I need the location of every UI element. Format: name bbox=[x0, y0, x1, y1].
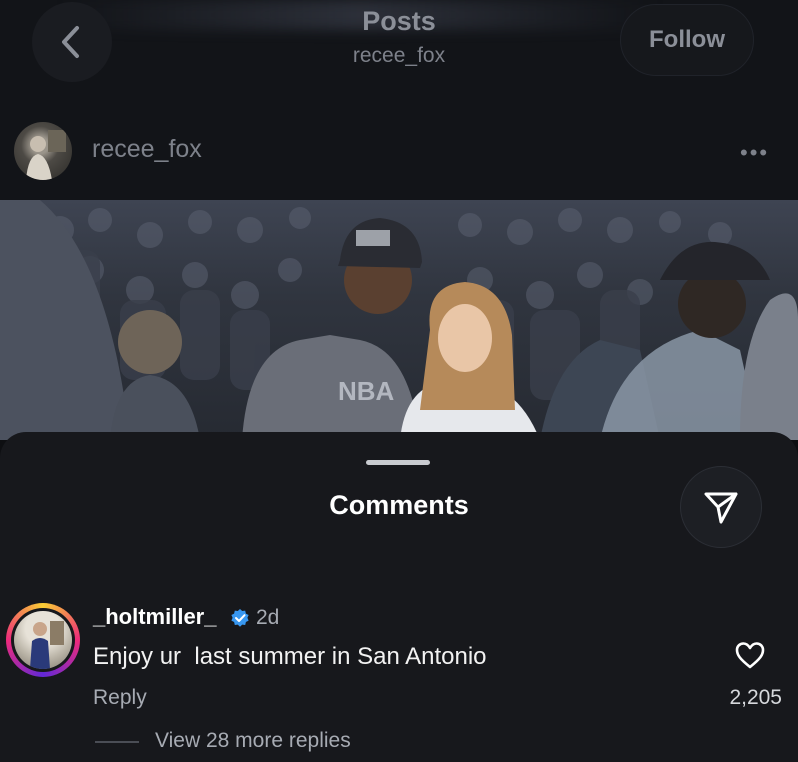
author-username[interactable]: recee_fox bbox=[92, 135, 202, 164]
verified-badge-icon bbox=[231, 609, 249, 627]
send-icon bbox=[704, 492, 738, 524]
more-horizontal-icon[interactable]: ••• bbox=[740, 140, 769, 166]
author-avatar-image bbox=[26, 130, 66, 180]
svg-text:NBA: NBA bbox=[338, 376, 395, 406]
send-button[interactable] bbox=[680, 466, 762, 548]
commenter-avatar-image bbox=[30, 621, 64, 669]
post-photo[interactable]: NBA bbox=[0, 200, 798, 440]
comment-timestamp: 2d bbox=[256, 606, 280, 629]
heart-icon[interactable] bbox=[734, 640, 766, 670]
follow-button[interactable]: Follow bbox=[620, 4, 754, 76]
comments-title: Comments bbox=[329, 490, 469, 520]
replies-divider bbox=[95, 741, 139, 743]
crowd-scene: NBA bbox=[0, 200, 798, 440]
sheet-drag-handle[interactable] bbox=[366, 460, 430, 465]
view-more-replies-link[interactable]: View 28 more replies bbox=[155, 729, 351, 753]
comment-text: Enjoy ur last summer in San Antonio bbox=[93, 643, 487, 670]
comment-username[interactable]: _holtmiller_ bbox=[93, 604, 216, 630]
comments-sheet bbox=[0, 432, 798, 762]
reply-button[interactable]: Reply bbox=[93, 686, 147, 710]
author-avatar[interactable] bbox=[14, 122, 72, 180]
commenter-avatar[interactable] bbox=[14, 611, 72, 669]
like-count: 2,205 bbox=[729, 686, 782, 709]
